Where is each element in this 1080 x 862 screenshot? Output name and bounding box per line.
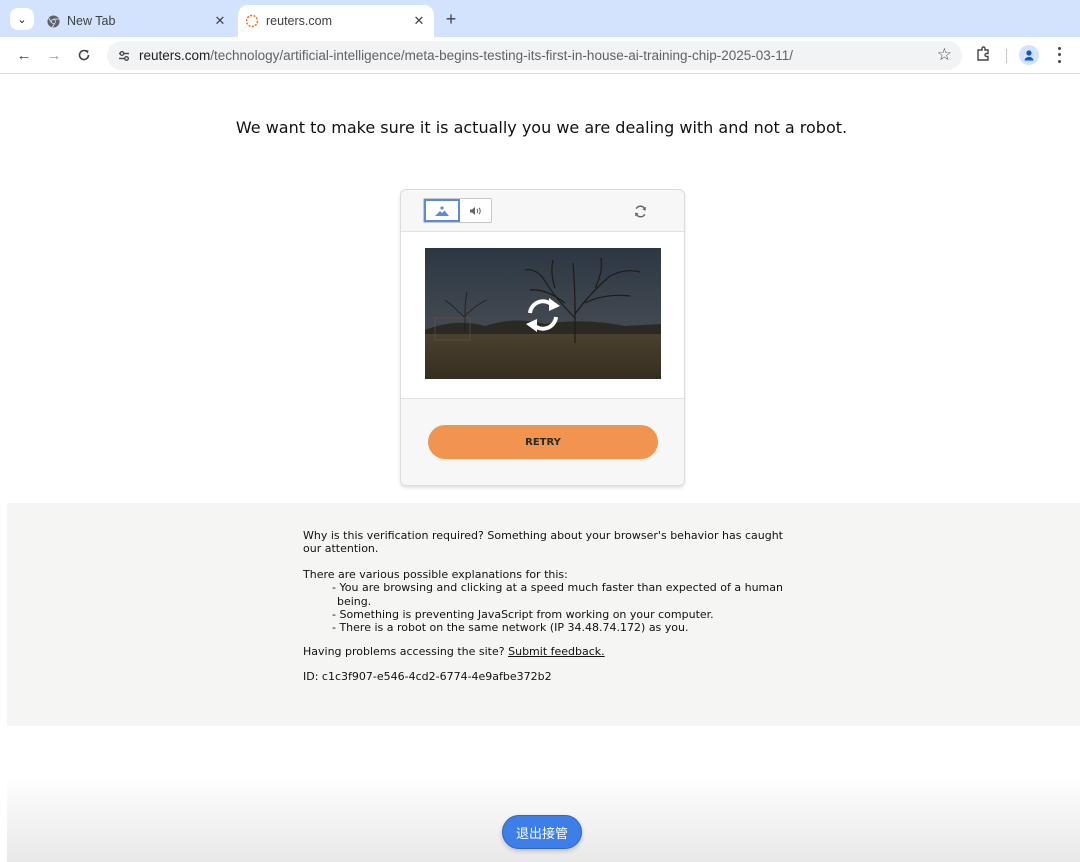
url-host: reuters.com: [139, 48, 211, 63]
image-icon: [435, 205, 449, 216]
browser-window: ⌄ New Tab ✕ reuters.com ✕ + ← → reuters.…: [0, 0, 1080, 862]
close-icon[interactable]: ✕: [209, 13, 231, 29]
site-info-icon[interactable]: [109, 49, 139, 63]
captcha-challenge-image: [425, 248, 661, 379]
reload-button[interactable]: [73, 44, 95, 66]
explanations-list: - You are browsing and clicking at a spe…: [332, 581, 783, 635]
speaker-icon: [469, 206, 481, 215]
address-bar[interactable]: reuters.com/technology/artificial-intell…: [107, 41, 962, 70]
why-text: Why is this verification required? Somet…: [303, 529, 783, 556]
person-icon: [1024, 50, 1034, 61]
tab-new-tab[interactable]: New Tab ✕: [40, 5, 235, 37]
list-item: - There is a robot on the same network (…: [332, 621, 689, 635]
tab-title: New Tab: [67, 14, 116, 28]
captcha-refresh-button[interactable]: [631, 202, 649, 220]
problems-label: Having problems accessing the site?: [303, 644, 505, 658]
arrow-left-icon: ←: [16, 46, 32, 64]
back-button[interactable]: ←: [13, 44, 35, 66]
toolbar: ← → reuters.com/technology/artificial-in…: [0, 37, 1080, 74]
page-heading: We want to make sure it is actually you …: [235, 118, 848, 137]
arrow-right-icon: →: [46, 46, 62, 64]
close-icon[interactable]: ✕: [408, 13, 430, 29]
toolbar-divider: [1006, 49, 1007, 63]
page-content: We want to make sure it is actually you …: [7, 75, 1080, 862]
url-path: /technology/artificial-intelligence/meta…: [210, 48, 794, 63]
retry-button[interactable]: RETRY: [428, 425, 658, 459]
tab-strip: ⌄ New Tab ✕ reuters.com ✕ +: [0, 0, 1080, 37]
new-tab-button[interactable]: +: [440, 8, 462, 30]
problems-text: Having problems accessing the site? Subm…: [303, 645, 783, 658]
plus-icon: +: [445, 8, 457, 29]
url-text: reuters.com/technology/artificial-intell…: [139, 48, 793, 63]
reload-icon: [78, 49, 90, 61]
tab-reuters[interactable]: reuters.com ✕: [238, 5, 434, 37]
browser-menu-button[interactable]: [1052, 45, 1066, 65]
list-item: - Something is preventing JavaScript fro…: [332, 608, 714, 622]
chrome-icon: [46, 14, 60, 28]
profile-avatar[interactable]: [1019, 45, 1039, 65]
puzzle-icon: [977, 46, 989, 61]
chevron-down-icon: ⌄: [17, 13, 27, 26]
captcha-body: [401, 232, 684, 399]
explanations-intro: There are various possible explanations …: [303, 567, 568, 581]
audio-mode-button[interactable]: [460, 199, 491, 222]
exit-takeover-button[interactable]: 退出接管: [502, 815, 582, 849]
captcha-footer: RETRY: [401, 400, 684, 485]
loading-spinner-icon: [245, 14, 259, 28]
list-item: - You are browsing and clicking at a spe…: [332, 581, 783, 608]
captcha-header: [401, 190, 684, 232]
submit-feedback-link[interactable]: Submit feedback.: [508, 645, 605, 658]
tab-title: reuters.com: [266, 14, 332, 28]
captcha-widget: RETRY: [400, 189, 685, 486]
info-section: Why is this verification required? Somet…: [7, 503, 1080, 726]
refresh-icon: [634, 204, 646, 218]
captcha-mode-switch: [423, 198, 492, 223]
verification-info: Why is this verification required? Somet…: [303, 529, 783, 684]
request-id: ID: c1c3f907-e546-4cd2-6774-4e9afbe372b2: [303, 670, 552, 684]
tab-search-button[interactable]: ⌄: [10, 8, 34, 30]
forward-button[interactable]: →: [43, 44, 65, 66]
extensions-button[interactable]: [975, 45, 995, 65]
image-mode-button[interactable]: [424, 199, 460, 222]
bookmark-star-icon[interactable]: ☆: [937, 45, 952, 65]
